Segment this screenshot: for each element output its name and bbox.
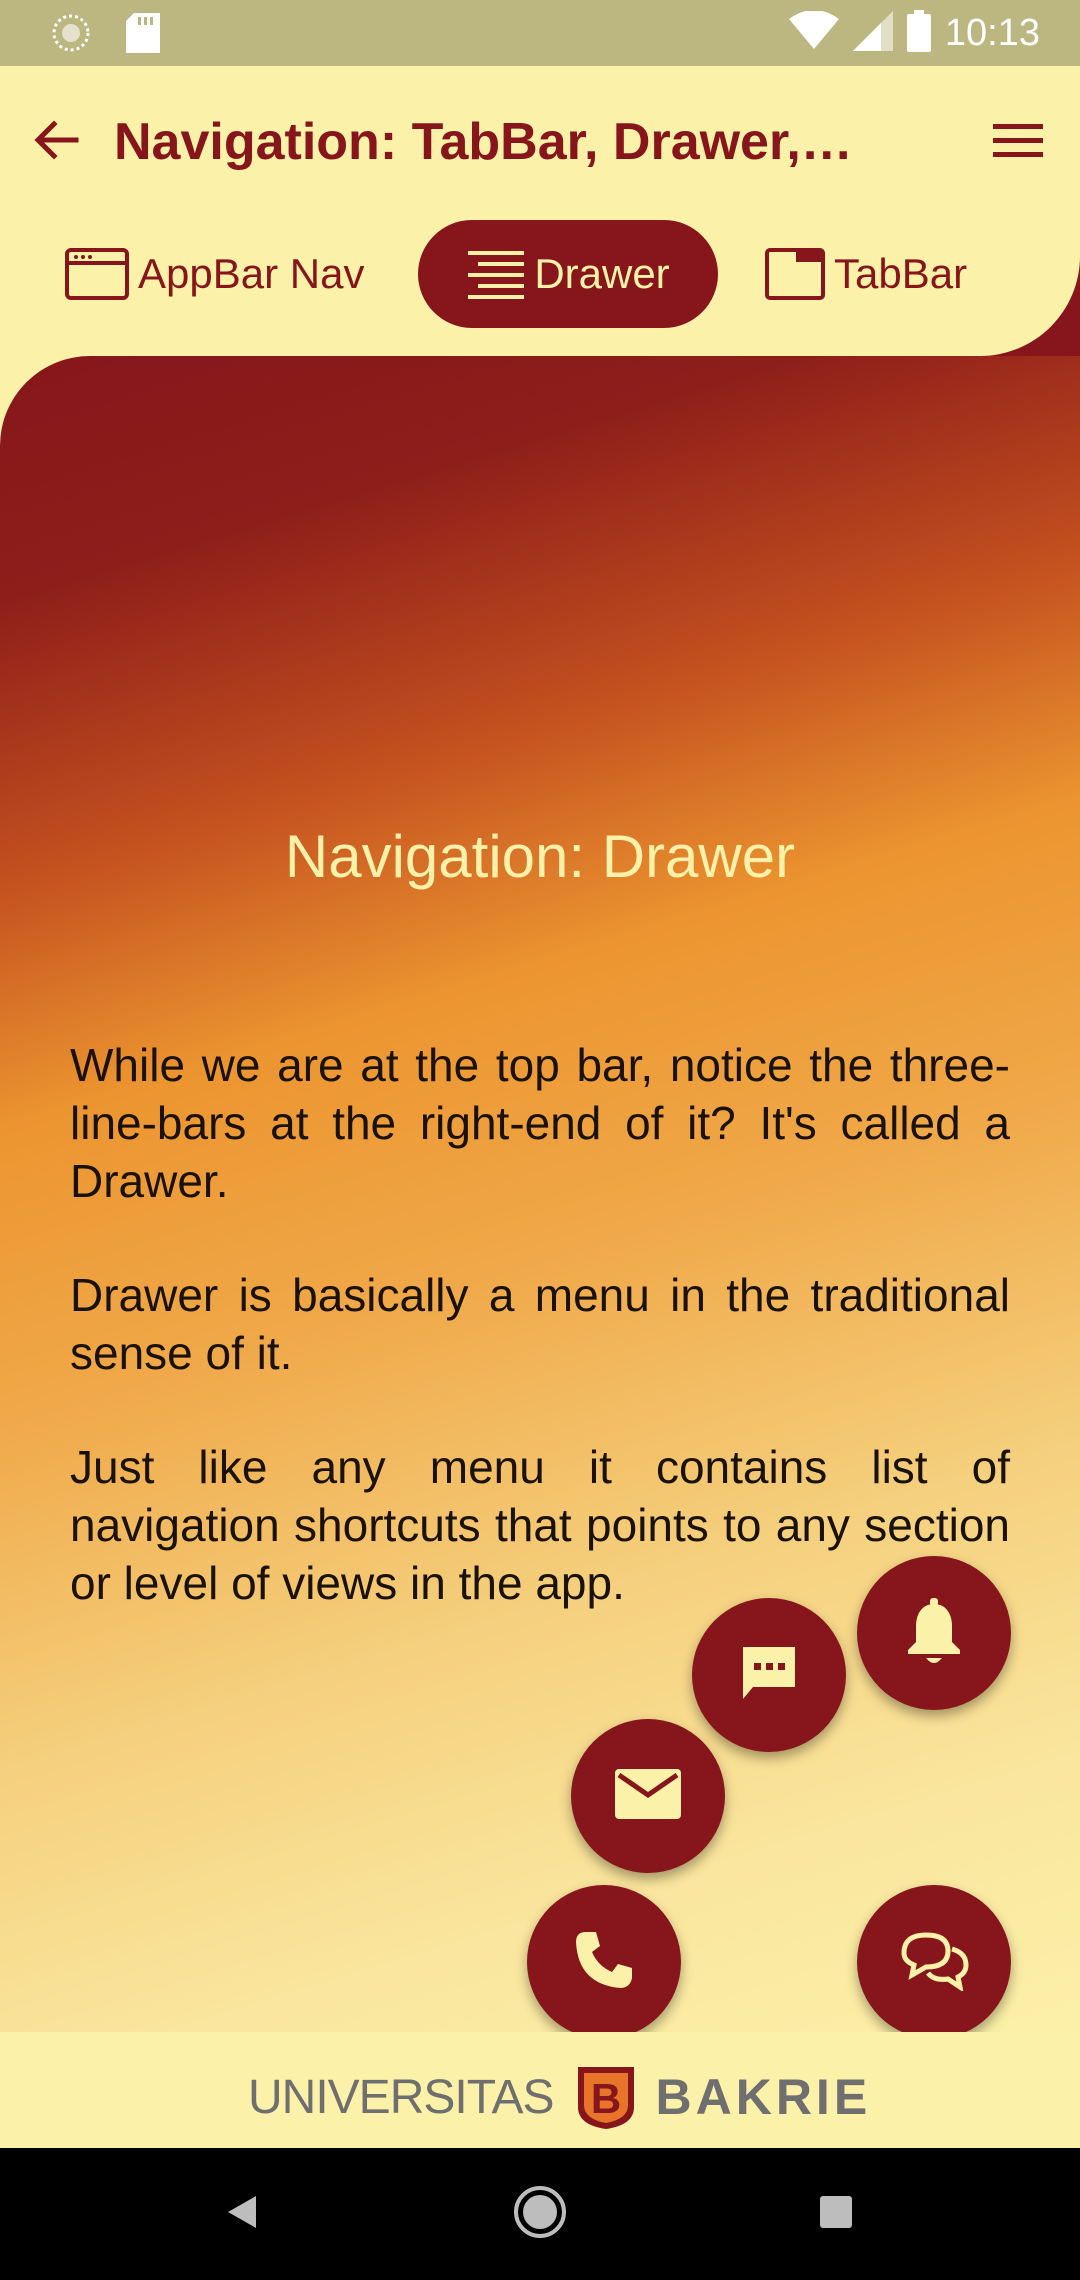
tab-bar: AppBar Nav Drawer TabBar Nav — [0, 218, 1080, 328]
university-logo: UNIVERSITAS B BAKRIE — [248, 2062, 871, 2132]
logo-text-right: BAKRIE — [655, 2069, 872, 2125]
browser-window-icon — [64, 247, 130, 301]
tab-drawer[interactable]: Drawer — [418, 220, 718, 328]
status-time: 10:13 — [944, 11, 1040, 54]
paragraph-1: While we are at the top bar, notice the … — [70, 1039, 1010, 1207]
sd-card-icon — [126, 13, 160, 58]
cell-tower-icon — [50, 12, 92, 59]
back-arrow-icon — [32, 116, 80, 169]
logo-text-left: UNIVERSITAS — [248, 2070, 554, 2124]
signal-icon — [852, 10, 893, 56]
tab-appbar-nav[interactable]: AppBar Nav — [64, 220, 364, 328]
bell-icon — [904, 1597, 964, 1669]
status-bar: 10:13 — [0, 0, 1080, 66]
nav-back-button[interactable] — [210, 2182, 274, 2246]
forum-fab[interactable] — [857, 1885, 1011, 2039]
sms-icon — [737, 1641, 801, 1710]
screen: 10:13 Navigation: TabBar, Drawer, … AppB… — [0, 0, 1080, 2280]
email-fab[interactable] — [571, 1719, 725, 1873]
drawer-lines-icon — [466, 249, 526, 299]
phone-icon — [572, 1928, 636, 1997]
mail-icon — [613, 1767, 683, 1826]
logo-mark-icon: B — [574, 2063, 638, 2131]
hamburger-menu-icon — [993, 120, 1043, 165]
wifi-icon — [788, 9, 839, 56]
tab-appbar-label: AppBar Nav — [138, 250, 365, 297]
paragraph-3: Just like any menu it contains list of n… — [70, 1441, 1010, 1609]
nav-recent-button[interactable] — [804, 2182, 868, 2246]
status-right-icons: 10:13 — [788, 0, 1040, 66]
content-title: Navigation: Drawer — [284, 823, 796, 890]
notifications-fab[interactable] — [857, 1556, 1011, 1710]
content-panel: Navigation: Drawer While we are at the t… — [0, 356, 1080, 2066]
footer: UNIVERSITAS B BAKRIE — [0, 2032, 1080, 2148]
back-button[interactable] — [24, 110, 88, 174]
svg-text:B: B — [590, 2075, 620, 2122]
app-bar: Navigation: TabBar, Drawer, … — [0, 66, 1080, 222]
drawer-menu-button[interactable] — [986, 110, 1050, 174]
status-left-icons — [50, 12, 160, 59]
nav-recent-icon — [816, 2192, 856, 2237]
nav-home-icon — [512, 2184, 568, 2245]
chat-bubbles-icon — [898, 1929, 970, 1996]
paragraph-2: Drawer is basically a menu in the tradit… — [70, 1269, 1010, 1379]
tab-window-icon — [764, 247, 826, 301]
battery-icon — [906, 9, 931, 57]
phone-fab[interactable] — [527, 1885, 681, 2039]
nav-back-icon — [222, 2192, 262, 2237]
tab-drawer-label: Drawer — [534, 250, 670, 297]
system-nav-bar — [0, 2148, 1080, 2280]
sms-fab[interactable] — [692, 1598, 846, 1752]
page-title: Navigation: TabBar, Drawer, … — [114, 113, 854, 171]
nav-home-button[interactable] — [508, 2182, 572, 2246]
